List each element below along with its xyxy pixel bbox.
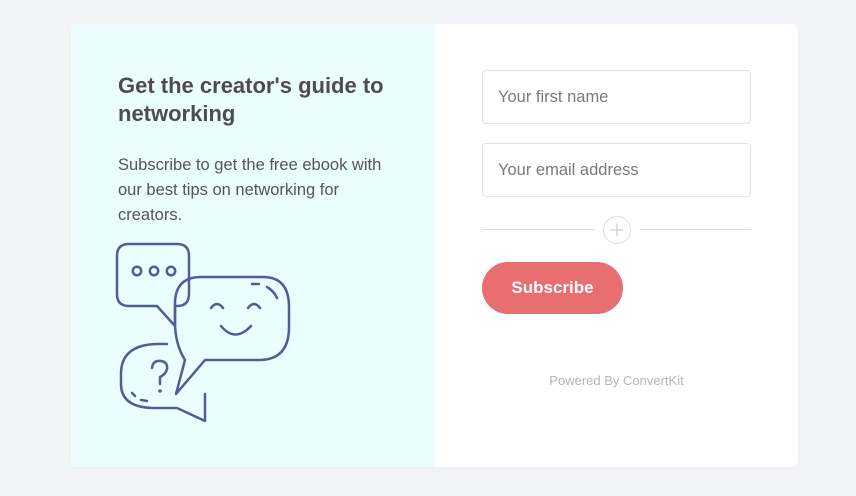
email-input[interactable] (482, 143, 751, 197)
divider-line-right (640, 229, 751, 230)
signup-card: Get the creator's guide to networking Su… (71, 24, 798, 467)
promo-headline: Get the creator's guide to networking (118, 73, 384, 126)
promo-description: Subscribe to get the free ebook with our… (118, 156, 382, 224)
add-field-button[interactable] (603, 216, 631, 244)
plus-circle-icon (610, 223, 624, 237)
first-name-input[interactable] (482, 70, 751, 124)
powered-by-link[interactable]: Powered By ConvertKit (482, 373, 751, 388)
subscribe-button[interactable]: Subscribe (482, 262, 623, 314)
signup-form: Subscribe Powered By ConvertKit (435, 24, 798, 467)
promo-panel: Get the creator's guide to networking Su… (71, 24, 435, 467)
chat-bubbles-icon (115, 242, 291, 423)
divider-line-left (482, 229, 594, 230)
add-field-divider (482, 215, 751, 245)
